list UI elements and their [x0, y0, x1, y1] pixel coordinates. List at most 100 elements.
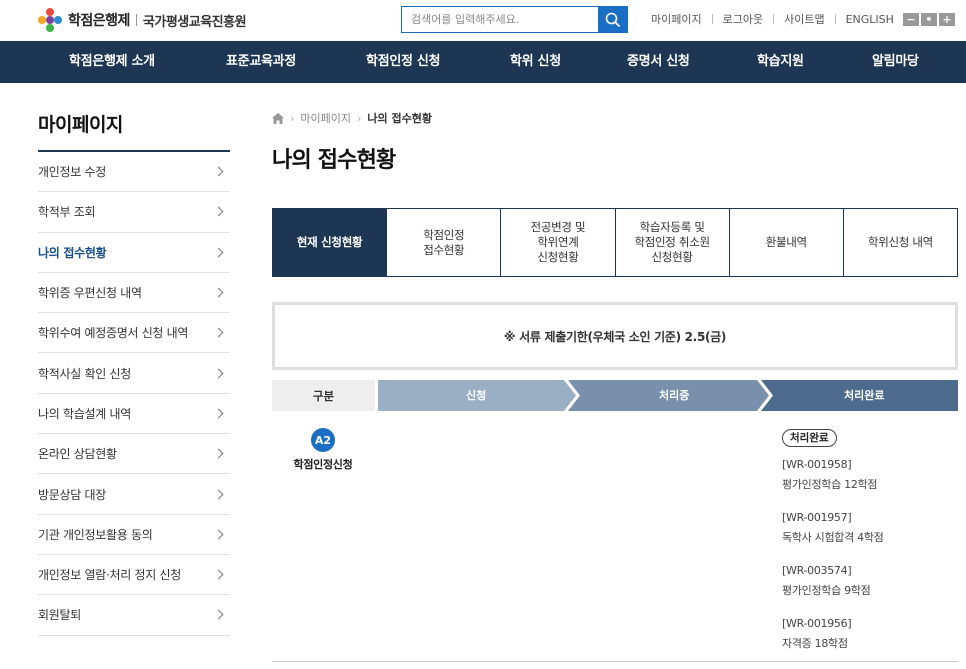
- chevron-right-icon: [213, 489, 224, 499]
- table-bottom-divider: [272, 661, 958, 662]
- category-badge: A2: [311, 428, 335, 452]
- record-code: [WR-001956]: [782, 617, 852, 630]
- sidebar-item-label: 학위수여 예정증명서 신청 내역: [38, 326, 189, 341]
- sidebar-item[interactable]: 개인정보 열람·처리 정지 신청: [38, 555, 230, 596]
- tab-0[interactable]: 현재 신청현황: [273, 209, 387, 276]
- chevron-right-icon: [213, 569, 224, 580]
- process-header: 구분 신청 처리중 처리완료: [272, 380, 958, 411]
- sidebar-item[interactable]: 기관 개인정보활용 동의: [38, 515, 230, 555]
- chevron-right-icon: [213, 247, 224, 258]
- nav-intro[interactable]: 학점은행제 소개: [69, 41, 155, 83]
- record-item: [WR-001958] 평가인정학습 12학점: [782, 455, 952, 508]
- record-code: [WR-003574]: [782, 564, 852, 577]
- sidebar-item[interactable]: 나의 접수현황: [38, 233, 230, 273]
- breadcrumb-chevron-icon: ›: [357, 111, 362, 125]
- chevron-right-icon: [213, 408, 224, 419]
- sidebar-item[interactable]: 학적사실 확인 신청: [38, 353, 230, 394]
- divider: [711, 14, 713, 24]
- tab-2[interactable]: 전공변경 및 학위연계 신청현황: [500, 209, 614, 276]
- sidebar-title: 마이페이지: [38, 114, 123, 136]
- record-code: [WR-001957]: [782, 511, 852, 524]
- record-item: [WR-003574] 평가인정학습 9학점: [782, 561, 952, 614]
- sidebar-item-label: 학적사실 확인 신청: [38, 366, 131, 381]
- tab-5[interactable]: 학위신청 내역: [842, 209, 957, 276]
- page-title: 나의 접수현황: [272, 148, 396, 173]
- search-input[interactable]: [402, 7, 598, 32]
- process-gubun-label: 구분: [272, 380, 375, 411]
- logo-mark-icon: [38, 8, 62, 32]
- mypage-link[interactable]: 마이페이지: [651, 11, 702, 27]
- record-desc: 평가인정학습 12학점: [782, 478, 878, 491]
- nav-learning-support[interactable]: 학습지원: [757, 41, 804, 83]
- chevron-right-icon: [213, 327, 224, 338]
- sidebar-item[interactable]: 회원탈퇴: [38, 595, 230, 636]
- sidebar-item-label: 개인정보 수정: [38, 165, 106, 180]
- english-link[interactable]: ENGLISH: [846, 13, 894, 26]
- tab-1[interactable]: 학점인정 접수현황: [386, 209, 500, 276]
- sidebar-item[interactable]: 학적부 조회: [38, 192, 230, 233]
- sidebar-item[interactable]: 온라인 상담현황: [38, 434, 230, 475]
- nav-degree-apply[interactable]: 학위 신청: [510, 41, 561, 83]
- logo-title: 학점은행제: [68, 13, 130, 29]
- chevron-right-icon: [213, 166, 224, 177]
- logout-link[interactable]: 로그아웃: [723, 11, 763, 27]
- record-desc: 독학사 시험합격 4학점: [782, 531, 884, 544]
- record-desc: 자격증 18학점: [782, 637, 848, 650]
- logo-subtitle: 국가평생교육진흥원: [142, 14, 247, 30]
- status-tabs: 현재 신청현황 학점인정 접수현황 전공변경 및 학위연계 신청현황 학습자등록 및 …: [272, 208, 958, 277]
- sidebar-item[interactable]: 학위증 우편신청 내역: [38, 273, 230, 314]
- sidebar-item[interactable]: 방문상담 대장: [38, 474, 230, 515]
- chevron-right-icon: [213, 529, 224, 540]
- zoom-out-button[interactable]: −: [902, 12, 919, 26]
- sidebar-menu: 개인정보 수정학적부 조회나의 접수현황학위증 우편신청 내역학위수여 예정증명…: [38, 152, 230, 636]
- sidebar-item-label: 학위증 우편신청 내역: [38, 286, 142, 301]
- chevron-right-icon: [213, 609, 224, 620]
- chevron-right-icon: [213, 287, 224, 298]
- record-item: [WR-001956] 자격증 18학점: [782, 614, 952, 667]
- record-list: [WR-001958] 평가인정학습 12학점 [WR-001957] 독학사 시험합…: [782, 455, 952, 667]
- record-code: [WR-001958]: [782, 458, 852, 471]
- tab-4[interactable]: 환불내역: [728, 209, 843, 276]
- sidebar-item-label: 회원탈퇴: [38, 608, 81, 623]
- logo-divider: [135, 14, 137, 26]
- record-item: [WR-001957] 독학사 시험합격 4학점: [782, 508, 952, 561]
- top-bar: 학점은행제 국가평생교육진흥원 마이페이지 로그아웃 사이트맵 ENGLISH …: [0, 0, 966, 41]
- step-apply-label: 신청: [466, 389, 487, 402]
- sidebar-item[interactable]: 개인정보 수정: [38, 152, 230, 193]
- home-icon[interactable]: [272, 112, 284, 124]
- nav-notice[interactable]: 알림마당: [872, 41, 919, 83]
- search-button[interactable]: [598, 7, 627, 32]
- nav-certificate[interactable]: 증명서 신청: [627, 41, 690, 83]
- zoom-controls: − • +: [902, 12, 955, 26]
- search-icon: [605, 12, 620, 27]
- zoom-reset-button[interactable]: •: [920, 12, 937, 26]
- step-done-label: 처리완료: [844, 389, 885, 402]
- breadcrumb-chevron-icon: ›: [290, 111, 295, 125]
- status-badge: 처리완료: [782, 429, 837, 447]
- sidebar-item-label: 개인정보 열람·처리 정지 신청: [38, 568, 181, 583]
- nav-curriculum[interactable]: 표준교육과정: [226, 41, 296, 83]
- site-logo[interactable]: 학점은행제 국가평생교육진흥원: [38, 8, 247, 32]
- breadcrumb-parent[interactable]: 마이페이지: [300, 110, 351, 126]
- sidebar-item-label: 학적부 조회: [38, 205, 96, 220]
- divider: [834, 14, 836, 24]
- divider: [773, 14, 775, 24]
- sidebar-item-label: 나의 학습설계 내역: [38, 406, 131, 421]
- tab-3[interactable]: 학습자등록 및 학점인정 취소원 신청현황: [614, 209, 729, 276]
- sidebar-item[interactable]: 나의 학습설계 내역: [38, 394, 230, 435]
- sidebar-item-label: 기관 개인정보활용 동의: [38, 527, 153, 542]
- sidebar-item-label: 온라인 상담현황: [38, 447, 117, 462]
- breadcrumb-current: 나의 접수현황: [367, 112, 432, 125]
- category-label: 학점인정신청: [293, 458, 353, 471]
- zoom-in-button[interactable]: +: [938, 12, 955, 26]
- sitemap-link[interactable]: 사이트맵: [784, 11, 824, 27]
- search-box: [401, 6, 628, 33]
- chevron-right-icon: [213, 368, 224, 379]
- breadcrumb: › 마이페이지 › 나의 접수현황: [272, 110, 432, 126]
- nav-credit-apply[interactable]: 학점인정 신청: [366, 41, 440, 83]
- sidebar-item-label: 나의 접수현황: [38, 245, 107, 260]
- main-navigation: 학점은행제 소개 표준교육과정 학점인정 신청 학위 신청 증명서 신청 학습지…: [0, 41, 966, 83]
- sidebar-item[interactable]: 학위수여 예정증명서 신청 내역: [38, 313, 230, 354]
- step-processing-label: 처리중: [659, 389, 690, 402]
- record-desc: 평가인정학습 9학점: [782, 584, 871, 597]
